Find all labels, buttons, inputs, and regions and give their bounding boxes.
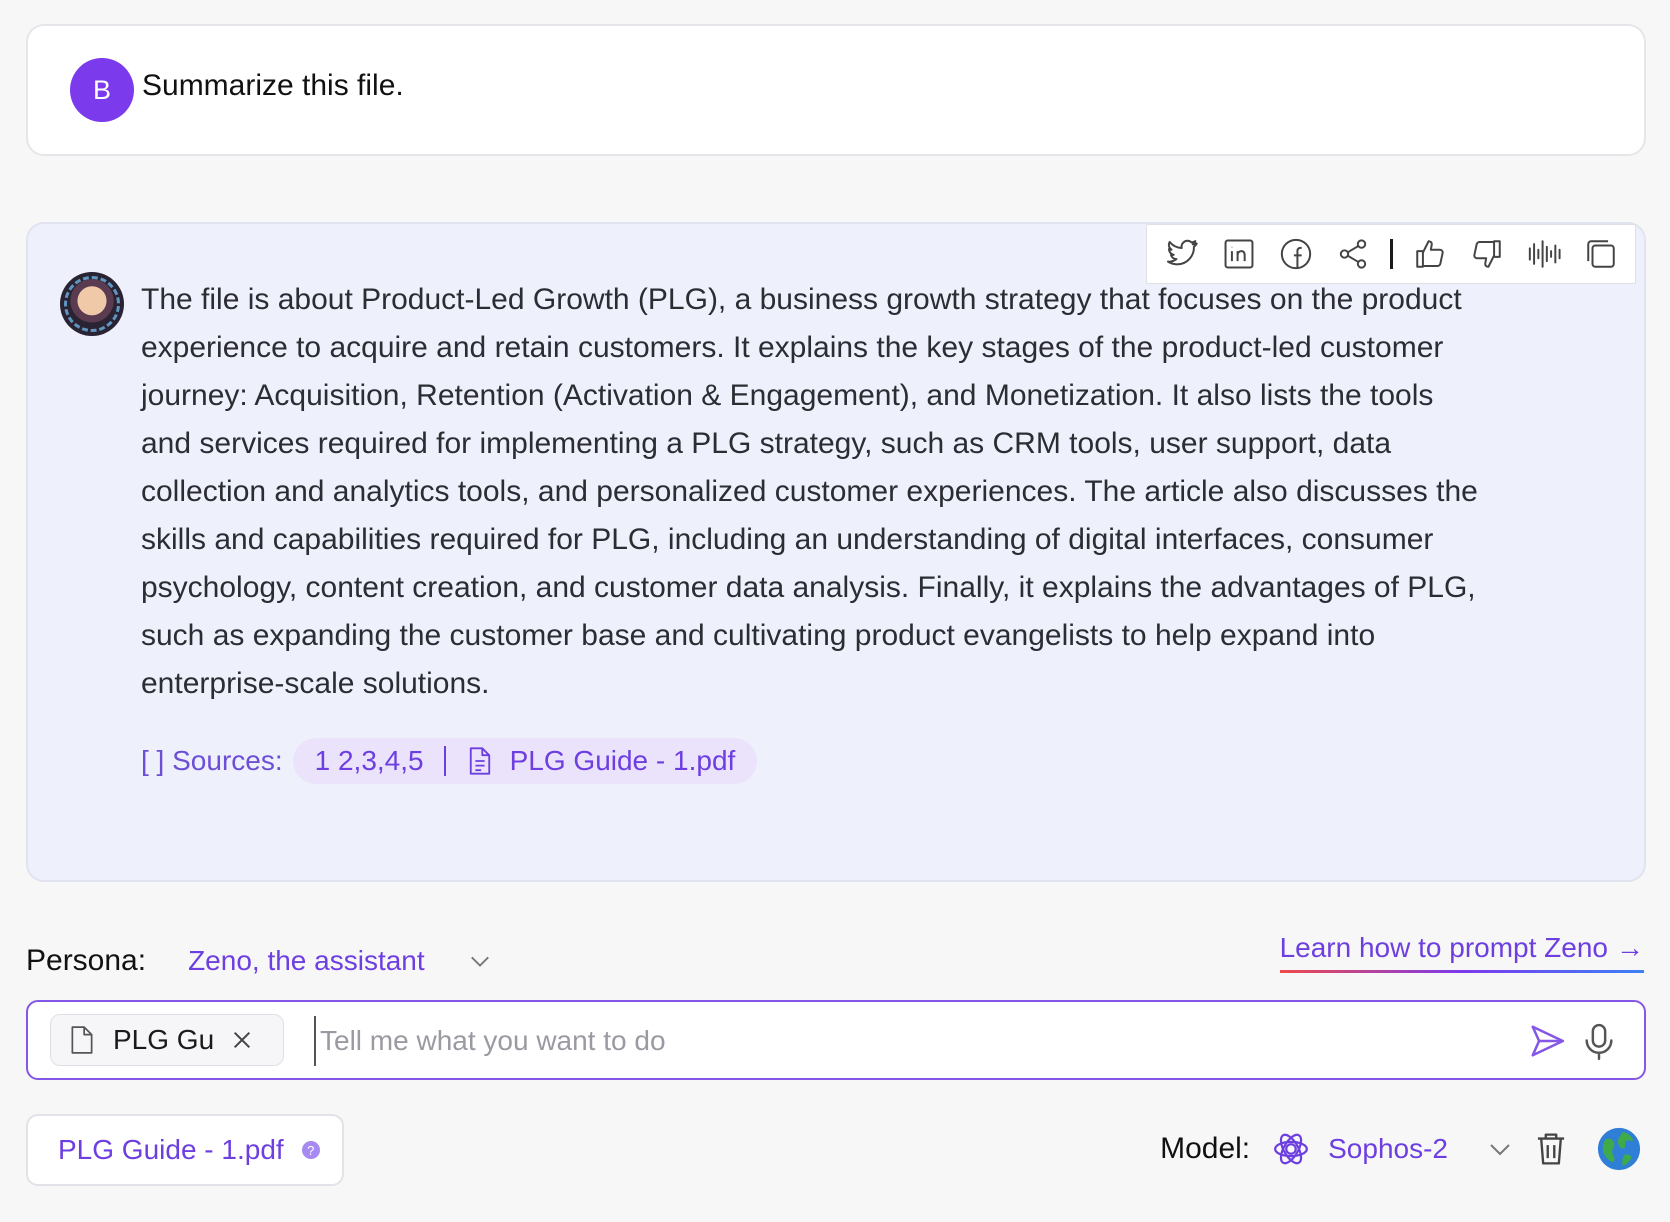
globe-icon[interactable] xyxy=(1596,1126,1642,1172)
audio-wave-icon[interactable] xyxy=(1524,234,1564,274)
document-icon xyxy=(469,747,490,775)
trash-icon[interactable] xyxy=(1536,1132,1566,1166)
sources-file-link[interactable]: PLG Guide - 1.pdf xyxy=(510,745,736,777)
twitter-icon[interactable] xyxy=(1162,234,1202,274)
linkedin-icon[interactable] xyxy=(1219,234,1259,274)
learn-prompt-link[interactable]: Learn how to prompt Zeno → xyxy=(1279,932,1644,973)
sources-label: [ ] Sources: xyxy=(141,745,283,776)
user-avatar: B xyxy=(70,58,134,122)
model-select[interactable]: Sophos-2 xyxy=(1328,1133,1448,1165)
attached-file-name: PLG Gui xyxy=(113,1024,213,1055)
toolbar-divider xyxy=(1389,239,1393,269)
model-row: Model: Sophos-2 xyxy=(1160,1124,1642,1174)
model-label: Model: xyxy=(1160,1132,1251,1165)
persona-row: Persona: Zeno, the assistant Learn how t… xyxy=(26,932,1644,986)
user-message-card: B Summarize this file. xyxy=(26,24,1646,156)
microphone-icon[interactable] xyxy=(1582,1022,1616,1062)
assistant-message-card: The file is about Product-Led Growth (PL… xyxy=(26,222,1646,882)
sources-row: [ ] Sources: 1 2,3,4,5 PLG Guide - 1.pdf xyxy=(141,738,758,784)
persona-select[interactable]: Zeno, the assistant xyxy=(188,945,425,977)
sources-pill[interactable]: 1 2,3,4,5 PLG Guide - 1.pdf xyxy=(292,738,758,784)
assistant-message-text: The file is about Product-Led Growth (PL… xyxy=(141,283,1478,700)
sources-separator xyxy=(443,746,446,776)
persona-label: Persona: xyxy=(26,944,147,977)
footer-file-name[interactable]: PLG Guide - 1.pdf xyxy=(58,1134,284,1166)
message-toolbar xyxy=(1146,224,1636,284)
close-icon[interactable] xyxy=(231,1029,253,1051)
arrow-right-icon: → xyxy=(1616,932,1644,963)
assistant-avatar xyxy=(60,272,124,336)
copy-icon[interactable] xyxy=(1581,234,1621,274)
facebook-icon[interactable] xyxy=(1276,234,1316,274)
footer-file-chip[interactable]: PLG Guide - 1.pdf ? xyxy=(26,1114,344,1186)
chevron-down-icon[interactable] xyxy=(469,950,491,972)
sources-pages[interactable]: 1 2,3,4,5 xyxy=(315,745,424,777)
prompt-input[interactable] xyxy=(314,1016,1402,1066)
prompt-input-box: PLG Gui xyxy=(26,1000,1646,1080)
send-icon[interactable] xyxy=(1528,1022,1566,1060)
attached-file-chip[interactable]: PLG Gui xyxy=(50,1014,284,1066)
learn-link-text[interactable]: Learn how to prompt Zeno xyxy=(1280,932,1608,963)
file-icon xyxy=(71,1026,93,1054)
help-icon[interactable]: ? xyxy=(301,1141,320,1159)
user-message-text: Summarize this file. xyxy=(142,69,404,102)
share-icon[interactable] xyxy=(1333,234,1373,274)
thumbs-up-icon[interactable] xyxy=(1410,234,1450,274)
thumbs-down-icon[interactable] xyxy=(1467,234,1507,274)
chevron-down-icon[interactable] xyxy=(1488,1137,1512,1161)
brain-icon xyxy=(1274,1133,1309,1165)
